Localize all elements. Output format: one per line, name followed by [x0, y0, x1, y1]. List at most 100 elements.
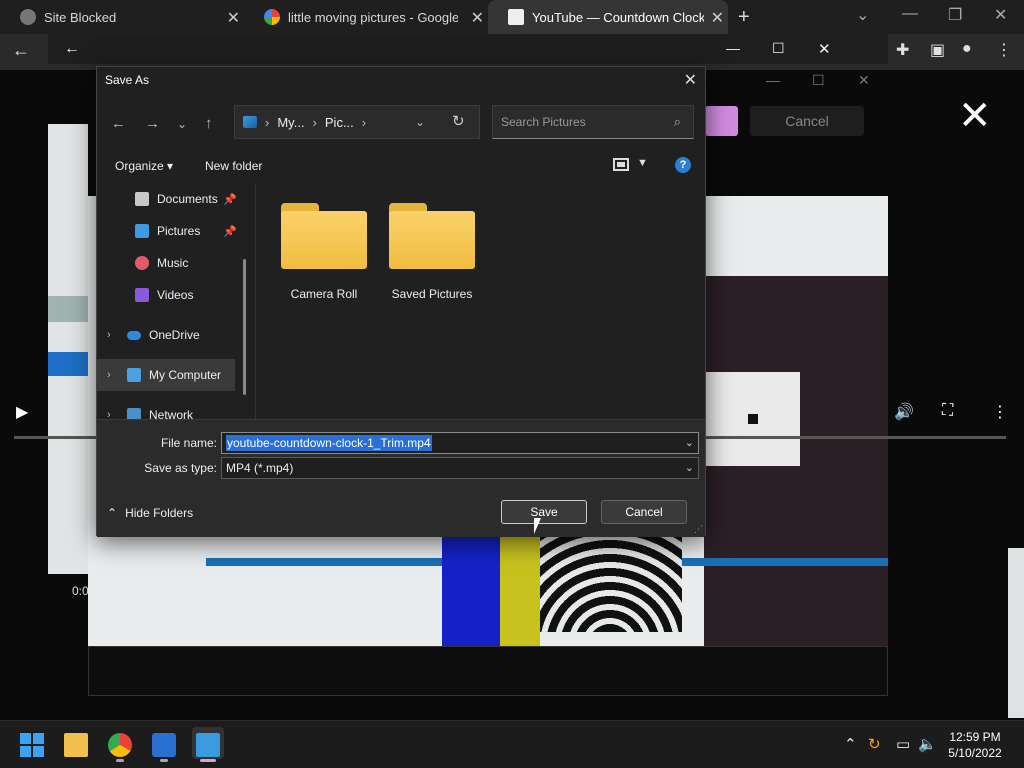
- pin-icon: 📌: [223, 226, 237, 238]
- file-name-value[interactable]: youtube-countdown-clock-1_Trim.mp4: [226, 435, 432, 451]
- close-tab-icon[interactable]: ✕: [471, 8, 484, 28]
- fullscreen-icon[interactable]: ⛶: [942, 402, 953, 420]
- close-window-icon[interactable]: ✕: [994, 5, 1007, 25]
- sidebar-item-documents[interactable]: Documents 📌: [97, 183, 253, 215]
- restore-icon[interactable]: ❐: [948, 5, 962, 25]
- tab-youtube[interactable]: YouTube — Countdown Clocks / ✕: [488, 0, 728, 34]
- inner-maximize-icon[interactable]: ☐: [812, 72, 825, 89]
- file-name-label: File name:: [160, 436, 217, 450]
- expand-chevron-icon[interactable]: ›: [107, 369, 111, 381]
- chevron-down-icon[interactable]: ⌄: [685, 461, 694, 474]
- nav-up-icon[interactable]: ↑: [205, 115, 213, 132]
- organize-label: Organize: [115, 159, 164, 173]
- system-clock[interactable]: 12:59 PM 5/10/2022: [940, 729, 1010, 761]
- search-box[interactable]: ⌕: [492, 105, 694, 139]
- video-editor-icon[interactable]: [152, 733, 176, 757]
- dialog-title: Save As: [105, 73, 150, 87]
- menu-icon[interactable]: ⋮: [996, 40, 1012, 60]
- refresh-icon[interactable]: ↻: [452, 112, 465, 130]
- folder-camera-roll[interactable]: Camera Roll: [269, 201, 379, 311]
- speaker-icon[interactable]: 🔈: [918, 735, 937, 753]
- sidebar-item-label: Pictures: [157, 224, 201, 238]
- view-icon[interactable]: [613, 158, 629, 171]
- video-left-blue: [48, 352, 88, 376]
- show-hidden-icons-icon[interactable]: ⌃: [844, 735, 857, 753]
- close-overlay-icon[interactable]: ✕: [958, 96, 992, 136]
- editor-maximize-icon[interactable]: ☐: [772, 40, 785, 57]
- sidebar-item-my-computer[interactable]: › My Computer: [97, 359, 235, 391]
- save-as-dialog: Save As ✕ ← → ⌄ ↑ › My... › Pic... › ⌄ ↻…: [96, 66, 706, 537]
- side-panel-icon[interactable]: ▣: [930, 40, 945, 60]
- more-options-icon[interactable]: ⋮: [992, 402, 1008, 422]
- address-bar[interactable]: › My... › Pic... ›: [234, 105, 480, 139]
- breadcrumb-my-computer[interactable]: My...: [277, 115, 304, 130]
- sidebar-scrollbar[interactable]: [243, 259, 246, 395]
- view-dropdown-icon[interactable]: ▼: [637, 157, 648, 169]
- command-bar: Organize ▾ New folder ▼ ?: [97, 151, 705, 181]
- extensions-icon[interactable]: ✚: [896, 40, 909, 60]
- folder-label: Camera Roll: [290, 287, 358, 301]
- save-type-select[interactable]: MP4 (*.mp4) ⌄: [221, 457, 699, 479]
- help-icon[interactable]: ?: [675, 157, 691, 173]
- sidebar-item-music[interactable]: Music: [97, 247, 253, 279]
- video-left-strip: [48, 296, 88, 322]
- search-icon: ⌕: [673, 114, 681, 129]
- tab-google-search[interactable]: little moving pictures - Google S ✕: [244, 0, 488, 34]
- play-icon[interactable]: ▶: [16, 402, 28, 422]
- breadcrumb-pictures[interactable]: Pic...: [325, 115, 354, 130]
- close-tab-icon[interactable]: ✕: [227, 8, 240, 28]
- volume-icon[interactable]: 🔊: [894, 402, 914, 422]
- tab-site-blocked[interactable]: Site Blocked ✕: [0, 0, 244, 34]
- new-tab-button[interactable]: +: [738, 6, 750, 29]
- close-tab-icon[interactable]: ✕: [711, 8, 724, 28]
- profile-icon[interactable]: ●: [962, 40, 972, 58]
- sidebar-item-onedrive[interactable]: › OneDrive: [97, 319, 253, 351]
- video-yellow-block: [500, 536, 540, 646]
- new-folder-button[interactable]: New folder: [205, 159, 262, 173]
- inner-close-icon[interactable]: ✕: [858, 72, 870, 89]
- expand-chevron-icon[interactable]: ›: [107, 409, 111, 419]
- inner-minimize-icon[interactable]: —: [766, 72, 780, 88]
- breadcrumb-separator-icon: ›: [361, 114, 367, 130]
- tab-search-icon[interactable]: ⌄: [856, 5, 869, 25]
- chevron-down-icon[interactable]: ⌄: [685, 436, 694, 449]
- editor-back-icon[interactable]: ←: [64, 40, 80, 58]
- minimize-icon[interactable]: —: [902, 5, 918, 23]
- done-button[interactable]: [705, 106, 738, 136]
- expand-chevron-icon[interactable]: ›: [107, 329, 111, 341]
- editor-minimize-icon[interactable]: —: [726, 40, 740, 56]
- breadcrumb-separator-icon: ›: [265, 114, 270, 130]
- address-dropdown-icon[interactable]: ⌄: [415, 115, 425, 129]
- file-name-field[interactable]: youtube-countdown-clock-1_Trim.mp4 ⌄: [221, 432, 699, 454]
- sidebar-item-network[interactable]: › Network: [97, 399, 253, 419]
- navigation-pane: Documents 📌 Pictures 📌 Music Videos › On…: [97, 183, 255, 419]
- update-icon[interactable]: ↻: [868, 735, 881, 753]
- sidebar-item-label: Music: [157, 256, 189, 270]
- dialog-close-icon[interactable]: ✕: [684, 70, 697, 90]
- nav-forward-icon[interactable]: →: [145, 115, 160, 132]
- save-options-panel: File name: youtube-countdown-clock-1_Tri…: [97, 419, 705, 537]
- editor-close-icon[interactable]: ✕: [818, 40, 831, 58]
- nav-back-icon[interactable]: ←: [111, 115, 126, 132]
- organize-menu[interactable]: Organize ▾: [115, 159, 173, 173]
- save-button[interactable]: Save: [501, 500, 587, 524]
- cancel-button[interactable]: Cancel: [601, 500, 687, 524]
- folder-label: Saved Pictures: [391, 287, 473, 301]
- back-arrow-icon[interactable]: ←: [12, 40, 30, 61]
- start-button[interactable]: [20, 733, 44, 757]
- save-type-value: MP4 (*.mp4): [226, 461, 294, 475]
- chrome-icon[interactable]: [108, 733, 132, 757]
- recent-locations-icon[interactable]: ⌄: [177, 117, 187, 131]
- sidebar-item-label: Network: [149, 408, 194, 419]
- folder-saved-pictures[interactable]: Saved Pictures: [377, 201, 487, 311]
- resize-grip-icon[interactable]: ⋰: [694, 524, 703, 535]
- chrome-running-indicator: [116, 759, 124, 762]
- sidebar-item-videos[interactable]: Videos: [97, 279, 253, 311]
- sidebar-item-pictures[interactable]: Pictures 📌: [97, 215, 253, 247]
- pane-divider: [255, 183, 256, 419]
- editor-cancel-button[interactable]: Cancel: [750, 106, 864, 136]
- network-status-icon[interactable]: ▭: [896, 735, 910, 753]
- search-input[interactable]: [501, 115, 661, 129]
- file-explorer-icon[interactable]: [64, 733, 88, 757]
- hide-folders-button[interactable]: ⌃ Hide Folders: [107, 506, 193, 520]
